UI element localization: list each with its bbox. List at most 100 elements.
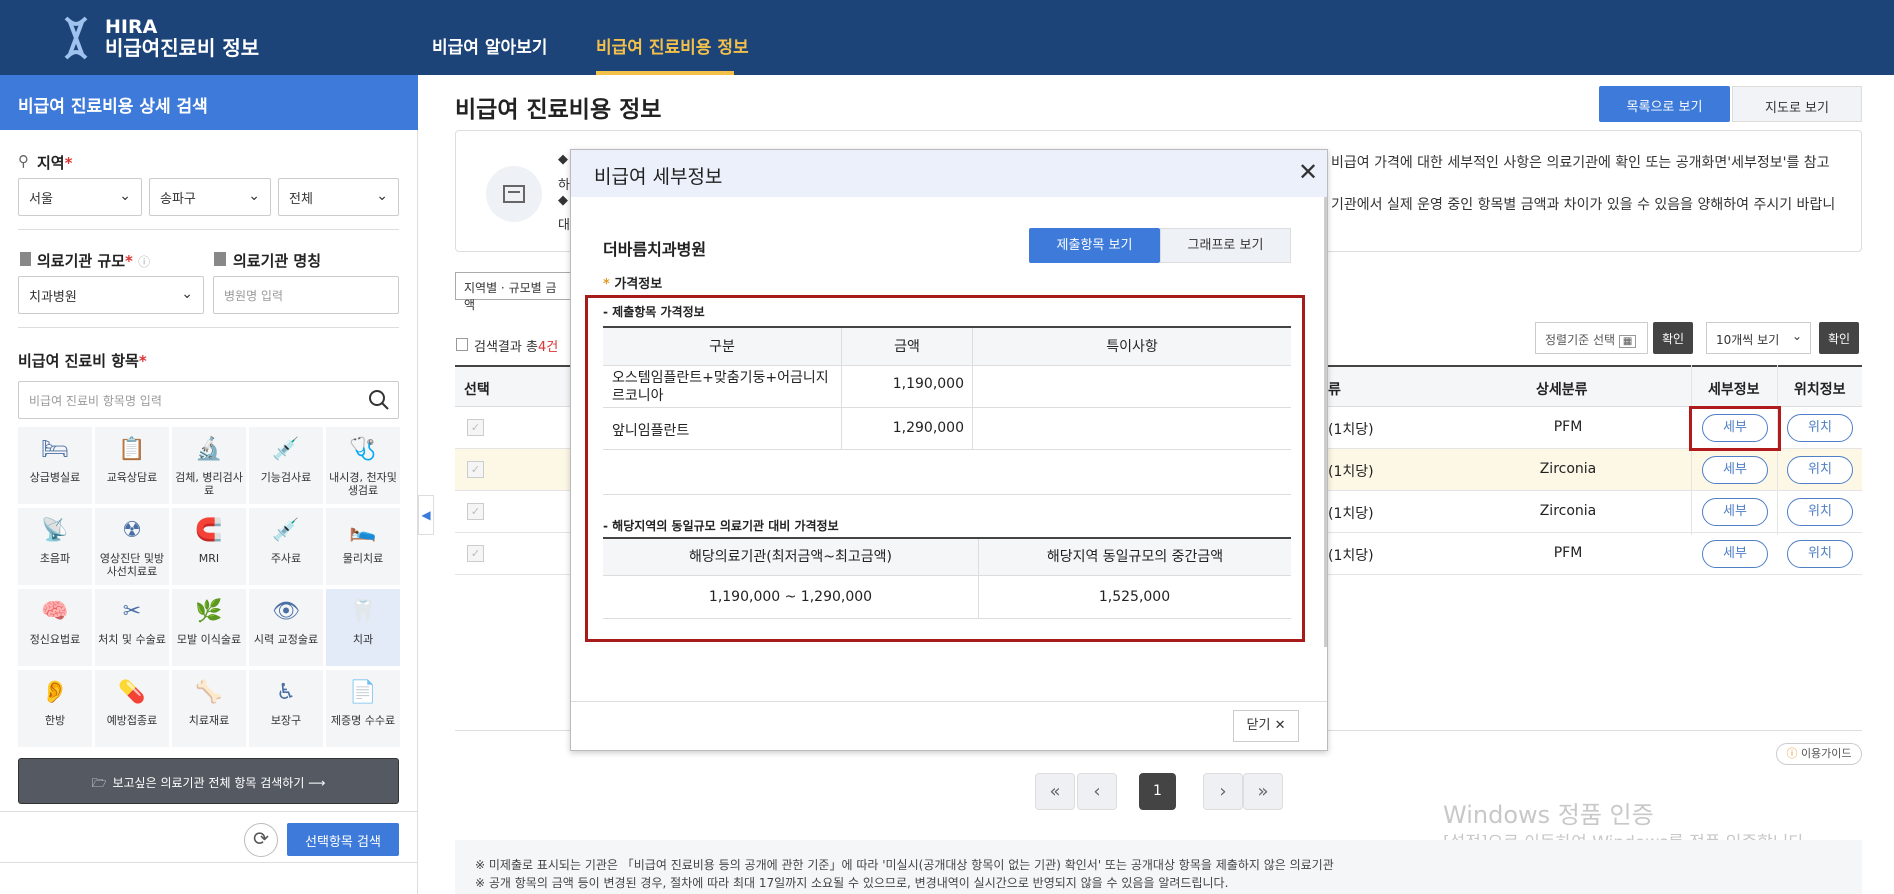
divider	[603, 575, 1291, 576]
category-hair[interactable]: 🌿 모발 이식술료	[172, 589, 246, 666]
first-page-button[interactable]: «	[1035, 773, 1075, 810]
all-items-search-button[interactable]: 🗁 보고싶은 의료기관 전체 항목 검색하기 ⟶	[18, 758, 399, 804]
scale-select[interactable]: 치과병원 ⌄	[18, 276, 204, 314]
divider	[0, 862, 418, 863]
notice-bullet: ◆	[558, 152, 568, 167]
hospital-name-input[interactable]: 병원명 입력	[213, 276, 399, 314]
notice-text: 하	[558, 178, 570, 193]
divider	[841, 365, 842, 449]
sort-select[interactable]: 정렬기준 선택 ▦	[1535, 322, 1648, 354]
arrow-right-icon: ⟶	[308, 776, 326, 790]
category-label: 제증명 수수료	[330, 714, 396, 727]
selected-search-button[interactable]: 선택항목 검색	[287, 823, 399, 856]
town-select[interactable]: 전체 ⌄	[278, 178, 399, 216]
map-view-button[interactable]: 지도로 보기	[1732, 86, 1862, 122]
detail-button[interactable]: 세부	[1702, 498, 1768, 526]
category-label: 예방접종료	[106, 714, 158, 727]
item-amount: 1,290,000	[892, 420, 964, 436]
category-label: 교육상담료	[106, 471, 158, 484]
category-radiation[interactable]: ☢ 영상진단 및방사선치료료	[95, 508, 169, 585]
divider	[18, 327, 399, 328]
watermark-title: Windows 정품 인증	[1443, 801, 1654, 829]
hira-logo-icon[interactable]	[62, 16, 90, 60]
tab-submitted-items[interactable]: 제출항목 보기	[1029, 228, 1160, 263]
category-vaccine[interactable]: 💊 예방접종료	[95, 670, 169, 747]
category-material[interactable]: 🦴 치료재료	[172, 670, 246, 747]
hair-icon: 🌿	[195, 599, 223, 624]
per-page-confirm-button[interactable]: 확인	[1819, 322, 1859, 354]
divider	[603, 449, 1291, 450]
detail-button[interactable]: 세부	[1702, 456, 1768, 484]
help-icon[interactable]: ⓘ	[138, 255, 150, 269]
collapse-sidebar-icon[interactable]: ◀	[418, 495, 434, 535]
nav-cost-info[interactable]: 비급여 진료비용 정보	[596, 33, 749, 58]
search-icon[interactable]	[368, 389, 390, 411]
category-ear[interactable]: 👂 한방	[18, 670, 92, 747]
category-bed[interactable]: 🛏 상급병실료	[18, 427, 92, 504]
detail-button[interactable]: 세부	[1702, 540, 1768, 568]
category-function[interactable]: 💉 기능검사료	[249, 427, 323, 504]
category-label: 보장구	[270, 714, 302, 727]
district-select[interactable]: 송파구 ⌄	[149, 178, 271, 216]
modal-close-button[interactable]: 닫기 ✕	[1233, 710, 1299, 742]
category-endoscope[interactable]: 🩺 내시경, 천자및 생검료	[326, 427, 400, 504]
location-button[interactable]: 위치	[1787, 498, 1853, 526]
items-search-input[interactable]: 비급여 진료비 항목명 입력	[18, 381, 399, 419]
nav-noncovered-info[interactable]: 비급여 알아보기	[432, 33, 547, 58]
category-lab[interactable]: 🔬 검체, 병리검사료	[172, 427, 246, 504]
divider	[603, 407, 1291, 408]
col-detail-category: 상세분류	[1536, 382, 1588, 398]
brand-name[interactable]: 비급여진료비 정보	[105, 37, 259, 59]
notice-icon	[486, 166, 542, 222]
item-name: 오스템임플란트+맞춤기둥+어금니지르코니아	[612, 370, 829, 404]
row-checkbox[interactable]: ✓	[467, 419, 484, 436]
guide-button[interactable]: ⓘ 이용가이드	[1776, 743, 1862, 765]
category-tooth[interactable]: 🦷 치과	[326, 589, 400, 666]
result-count: 검색결과 총4건	[474, 340, 559, 355]
row-checkbox[interactable]: ✓	[467, 461, 484, 478]
category-eye[interactable]: 👁 시력 교정술료	[249, 589, 323, 666]
refresh-icon[interactable]: ⟳	[244, 823, 278, 857]
row-category: (1치당)	[1328, 506, 1374, 522]
page-title: 비급여 진료비용 정보	[455, 97, 662, 123]
category-physio[interactable]: 🛌 물리치료	[326, 508, 400, 585]
list-view-button[interactable]: 목록으로 보기	[1599, 86, 1730, 122]
category-label: 기능검사료	[260, 471, 312, 484]
counsel-icon: 📋	[118, 437, 146, 462]
category-injection[interactable]: 💉 주사료	[249, 508, 323, 585]
category-label: MRI	[198, 552, 220, 565]
location-button[interactable]: 위치	[1787, 540, 1853, 568]
region-filter-tab[interactable]: 지역별 · 규모별 금액	[455, 272, 575, 312]
category-surgery[interactable]: ✂ 처치 및 수술료	[95, 589, 169, 666]
col-category: 류	[1328, 382, 1341, 398]
brand-hira[interactable]: HIRA	[105, 17, 157, 37]
category-counsel[interactable]: 📋 교육상담료	[95, 427, 169, 504]
tab-graph[interactable]: 그래프로 보기	[1160, 228, 1291, 263]
row-checkbox[interactable]: ✓	[467, 545, 484, 562]
items-label: 비급여 진료비 항목*	[18, 352, 147, 370]
category-psych[interactable]: 🧠 정신요법료	[18, 589, 92, 666]
sidebar-title: 비급여 진료비용 상세 검색	[0, 75, 418, 130]
category-wheelchair[interactable]: ♿ 보장구	[249, 670, 323, 747]
prev-page-button[interactable]: ‹	[1077, 773, 1117, 810]
close-icon[interactable]: ✕	[1298, 158, 1318, 186]
modal-scrollbar[interactable]	[1324, 197, 1327, 647]
folder-icon: 🗁	[91, 776, 107, 790]
sort-confirm-button[interactable]: 확인	[1653, 322, 1693, 354]
category-label: 초음파	[39, 552, 71, 565]
page-1-button[interactable]: 1	[1139, 773, 1176, 810]
highlight-box	[1689, 406, 1781, 451]
location-button[interactable]: 위치	[1787, 456, 1853, 484]
row-checkbox[interactable]: ✓	[467, 503, 484, 520]
last-page-button[interactable]: »	[1243, 773, 1283, 810]
next-page-button[interactable]: ›	[1203, 773, 1243, 810]
col-location-info: 위치정보	[1794, 382, 1846, 398]
category-ultrasound[interactable]: 📡 초음파	[18, 508, 92, 585]
vaccine-icon: 💊	[118, 680, 146, 705]
category-mri[interactable]: 🧲 MRI	[172, 508, 246, 585]
location-button[interactable]: 위치	[1787, 414, 1853, 442]
city-select[interactable]: 서울 ⌄	[18, 178, 142, 216]
per-page-select[interactable]: 10개씩 보기 ⌄	[1706, 322, 1811, 354]
category-certificate[interactable]: 📄 제증명 수수료	[326, 670, 400, 747]
mri-icon: 🧲	[195, 518, 223, 543]
